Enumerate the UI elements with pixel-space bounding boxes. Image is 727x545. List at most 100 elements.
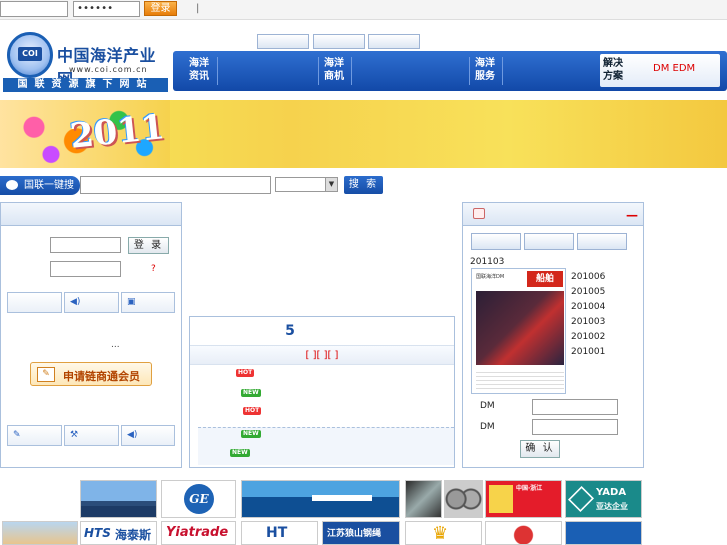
dm-magazine-panel: — 201103 国联海洋DM 船舶 201006 201005 201004 … bbox=[462, 202, 644, 468]
ad-zhejiang-text: 中国·浙江 bbox=[516, 485, 543, 492]
main-nav: 海洋 资讯 海洋 商机 海洋 服务 解决 方案 DM EDM bbox=[173, 51, 727, 91]
ad-ocean-liner[interactable] bbox=[241, 480, 400, 518]
new-badge: NEW bbox=[230, 449, 250, 457]
dm-input-2[interactable] bbox=[532, 419, 618, 435]
chevron-down-icon: ▼ bbox=[325, 178, 337, 191]
issue-link[interactable]: 201005 bbox=[571, 287, 605, 297]
ad-steel-pipes[interactable] bbox=[444, 480, 483, 518]
dm-confirm-button[interactable]: 确 认 bbox=[520, 440, 560, 458]
issue-link[interactable]: 201006 bbox=[571, 272, 605, 282]
top-login-bar: •••••• 登录 | bbox=[0, 0, 727, 20]
help-question-link[interactable]: ? bbox=[151, 264, 156, 274]
ad-blue[interactable] bbox=[565, 521, 642, 545]
nav-item-news[interactable]: 海洋 资讯 bbox=[189, 57, 209, 83]
logo-abbr: COI bbox=[18, 47, 42, 61]
news-tabs-bar: [ ][ ][ ] bbox=[190, 345, 454, 365]
dm-tab-1[interactable] bbox=[471, 233, 521, 250]
nav-business-line2: 商机 bbox=[324, 71, 344, 82]
ad-ht-logo: HT bbox=[266, 525, 288, 541]
nav-divider bbox=[217, 57, 218, 85]
ad-hts[interactable]: HTS 海泰斯 bbox=[80, 521, 157, 545]
quick-link-button-2[interactable]: ◀) bbox=[64, 292, 119, 313]
speaker-icon: ◀) bbox=[127, 430, 138, 440]
issue-link[interactable]: 201001 bbox=[571, 347, 605, 357]
search-input[interactable] bbox=[80, 176, 271, 194]
ship-silhouette bbox=[312, 495, 372, 501]
news-count: 5 bbox=[285, 323, 295, 339]
password-input[interactable]: •••••• bbox=[73, 1, 140, 17]
username-input[interactable] bbox=[0, 1, 68, 17]
tool-icon: ⚒ bbox=[70, 430, 79, 440]
ge-logo: GE bbox=[184, 484, 214, 514]
ad-machinery[interactable] bbox=[405, 480, 442, 518]
member-password-input[interactable] bbox=[50, 261, 121, 277]
solutions-line2: 方案 bbox=[603, 71, 623, 82]
ad-hts-cn: 海泰斯 bbox=[115, 528, 152, 542]
ad-yiatrade-logo: Yiatrade bbox=[166, 525, 229, 540]
new-badge: NEW bbox=[241, 389, 261, 397]
ad-cargo-ship[interactable] bbox=[80, 480, 157, 518]
ad-zhejiang[interactable]: 中国·浙江 bbox=[485, 480, 562, 518]
header-tab-3[interactable] bbox=[368, 34, 420, 49]
quick-link-button-1[interactable] bbox=[7, 292, 62, 313]
bottom-link-button-2[interactable]: ⚒ bbox=[64, 425, 119, 446]
dm-tab-2[interactable] bbox=[524, 233, 574, 250]
member-login-panel: 登 录 ? ◀) ▣ ... ✎ 申请链商通会员 ✎ ⚒ ◀) bbox=[0, 202, 182, 468]
current-issue-label: 201103 bbox=[470, 257, 505, 267]
ad-yada[interactable]: YADA 亚达企业 bbox=[565, 480, 642, 518]
speaker-icon: ◀) bbox=[70, 297, 81, 307]
bottom-link-button-1[interactable]: ✎ bbox=[7, 425, 62, 446]
ad-red-circle[interactable] bbox=[485, 521, 562, 545]
nav-services-line2: 服务 bbox=[475, 71, 495, 82]
solutions-label: 解决 方案 bbox=[603, 57, 623, 83]
pen-paper-icon: ✎ bbox=[37, 367, 55, 382]
ad-crown[interactable]: ♛ bbox=[405, 521, 482, 545]
nav-item-solutions[interactable]: 解决 方案 DM EDM bbox=[600, 54, 720, 87]
solutions-line1: 解决 bbox=[603, 58, 623, 69]
issue-link[interactable]: 201003 bbox=[571, 317, 605, 327]
header-tab-2[interactable] bbox=[313, 34, 365, 49]
chat-bubble-icon bbox=[6, 180, 18, 190]
issue-link[interactable]: 201004 bbox=[571, 302, 605, 312]
nav-item-business[interactable]: 海洋 商机 bbox=[324, 57, 344, 83]
top-login-button[interactable]: 登录 bbox=[144, 1, 177, 16]
nav-services-line1: 海洋 bbox=[475, 58, 495, 69]
dm-input-1[interactable] bbox=[532, 399, 618, 415]
search-bar: 国联一键搜 ▼ 搜 索 bbox=[0, 175, 727, 197]
ad-ht[interactable]: HT bbox=[241, 521, 318, 545]
apply-membership-button[interactable]: ✎ 申请链商通会员 bbox=[30, 362, 152, 386]
nav-divider bbox=[351, 57, 352, 85]
dm-edm-link[interactable]: DM EDM bbox=[653, 63, 695, 74]
cover-footer bbox=[476, 369, 564, 391]
dm-field-label-1: DM bbox=[480, 401, 495, 411]
search-category-select[interactable]: ▼ bbox=[275, 177, 338, 192]
logo-emblem: COI bbox=[7, 32, 53, 78]
image-icon: ▣ bbox=[127, 297, 136, 307]
ad-building[interactable] bbox=[2, 521, 78, 545]
ad-langshan[interactable]: 江苏狼山钢绳 bbox=[322, 521, 400, 545]
new-badge: NEW bbox=[241, 430, 261, 438]
ad-yiatrade[interactable]: Yiatrade bbox=[161, 521, 236, 545]
member-username-input[interactable] bbox=[50, 237, 121, 253]
ad-langshan-text: 江苏狼山钢绳 bbox=[327, 529, 382, 539]
collapse-icon[interactable]: — bbox=[626, 208, 638, 222]
issue-link[interactable]: 201002 bbox=[571, 332, 605, 342]
search-button[interactable]: 搜 索 bbox=[344, 176, 383, 194]
nav-news-line2: 资讯 bbox=[189, 71, 209, 82]
dm-tab-3[interactable] bbox=[577, 233, 627, 250]
nav-news-line1: 海洋 bbox=[189, 58, 209, 69]
ad-ge[interactable]: GE bbox=[161, 480, 236, 518]
magazine-cover-image[interactable]: 国联海洋DM 船舶 bbox=[471, 268, 566, 394]
news-category-links[interactable]: [ ][ ][ ] bbox=[190, 350, 454, 361]
site-url: www.coi.com.cn bbox=[69, 65, 148, 74]
nav-item-services[interactable]: 海洋 服务 bbox=[475, 57, 495, 83]
magazine-icon bbox=[473, 208, 485, 219]
quick-link-button-3[interactable]: ▣ bbox=[121, 292, 175, 313]
bottom-link-button-3[interactable]: ◀) bbox=[121, 425, 175, 446]
new-year-banner[interactable]: 2011 bbox=[0, 100, 727, 168]
header-tab-1[interactable] bbox=[257, 34, 309, 49]
nav-business-line1: 海洋 bbox=[324, 58, 344, 69]
site-logo[interactable]: COI 中国海洋产业网 www.coi.com.cn 国联资源旗下网站 bbox=[3, 30, 168, 92]
member-login-button[interactable]: 登 录 bbox=[128, 237, 169, 254]
login-panel-header bbox=[1, 203, 181, 226]
